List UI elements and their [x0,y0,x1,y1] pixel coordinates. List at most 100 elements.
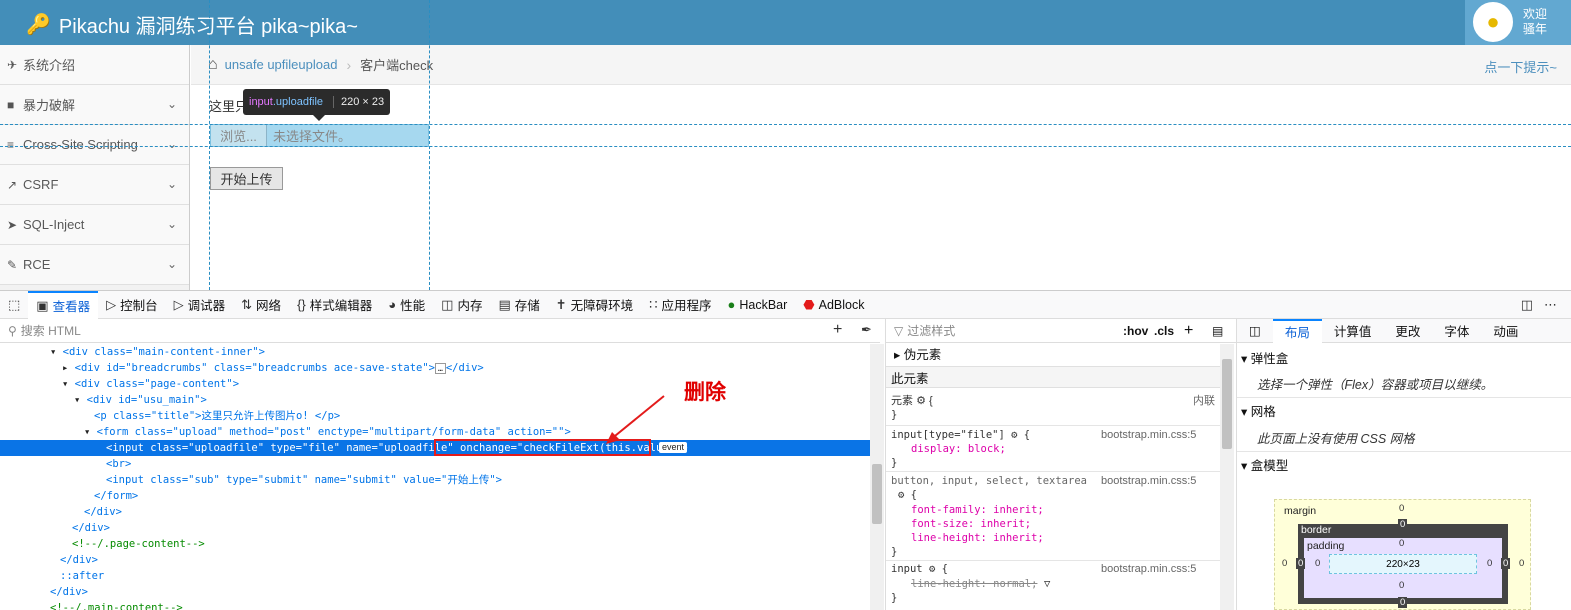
tab-fonts[interactable]: 字体 [1432,319,1481,343]
boxmodel-content[interactable]: 220×23 [1329,554,1477,574]
tree-node[interactable]: ▾ <div id="usu_main"> [0,392,870,408]
border-label: border [1301,524,1332,536]
padding-left-value[interactable]: 0 [1315,558,1320,569]
border-left-value[interactable]: 0 [1296,558,1306,569]
gear-icon: ⚙ [898,489,905,501]
breadcrumb-link[interactable]: unsafe upfileupload [225,57,338,72]
css-declaration[interactable]: display: block; [911,442,1006,456]
sidebar-item-sqli[interactable]: ➤ SQL-Inject ⌄ [0,205,189,245]
css-declaration[interactable]: font-size: inherit; [911,517,1031,531]
html-scrollbar[interactable] [870,344,884,610]
tab-console[interactable]: ▷ 控制台 [98,291,166,319]
rule-source[interactable]: bootstrap.min.css:5 [1101,474,1196,488]
tree-node[interactable]: <br> [0,456,870,472]
tab-changes[interactable]: 更改 [1383,319,1432,343]
element-rule[interactable]: 元素 ⚙ { [891,394,933,408]
console-icon: ▷ [106,296,117,312]
rule-selector[interactable]: input[type="file"] ⚙ { [891,428,1030,442]
rule-source[interactable]: bootstrap.min.css:5 [1101,428,1196,442]
hov-toggle[interactable]: :hov [1123,324,1148,338]
more-options-icon[interactable]: ⋯ [1536,291,1565,319]
sidebar-toggle-icon[interactable]: ◫ [1237,319,1273,343]
hint-link[interactable]: 点一下提示~ [1484,57,1557,76]
this-element-label: 此元素 [891,372,929,386]
tree-node[interactable]: ::after [0,568,870,584]
margin-left-value[interactable]: 0 [1282,558,1287,569]
eyedropper-icon[interactable]: ✒ [861,322,872,338]
tab-application[interactable]: ∷ 应用程序 [641,291,719,319]
tree-node[interactable]: </div> [0,552,870,568]
border-top-value[interactable]: 0 [1398,519,1408,530]
tree-node[interactable]: <p class="title">这里只允许上传图片o! </p> [0,408,870,424]
tree-node[interactable]: <!--/.main-content--> [0,600,870,610]
sidebar-item-bruteforce[interactable]: ■ 暴力破解 ⌄ [0,85,189,125]
margin-top-value[interactable]: 0 [1399,503,1404,514]
cls-toggle[interactable]: .cls [1154,324,1174,338]
css-declaration[interactable]: line-height: inherit; [911,531,1044,545]
pseudo-elements-toggle[interactable]: ▸ 伪元素 [894,348,941,362]
tab-adblock[interactable]: ⬣ AdBlock [795,291,872,319]
ellipsis-badge[interactable]: … [434,363,446,374]
add-node-icon[interactable]: + [833,321,842,339]
tab-layout[interactable]: 布局 [1272,318,1322,343]
scrollbar-thumb[interactable] [1222,359,1232,449]
rules-scrollbar[interactable] [1220,344,1234,610]
tab-computed[interactable]: 计算值 [1322,319,1384,343]
border-bottom-value[interactable]: 0 [1398,597,1408,608]
tab-style-editor[interactable]: {} 样式编辑器 [289,291,380,319]
tab-memory[interactable]: ◫ 内存 [433,291,490,319]
element-picker-icon[interactable]: ⬚ [0,291,28,319]
tab-animations[interactable]: 动画 [1481,319,1530,343]
tree-node[interactable]: <input class="sub" type="submit" name="s… [0,472,870,488]
sidebar-item-rce[interactable]: ✎ RCE ⌄ [0,245,189,285]
print-media-icon[interactable]: ▤ [1212,324,1223,338]
filter-styles-bar[interactable]: ▽ 过滤样式 :hov .cls + ▤ [886,319,1236,343]
flexbox-section-toggle[interactable]: ▾ 弹性盒 [1241,348,1288,367]
margin-right-value[interactable]: 0 [1519,558,1524,569]
rule-source[interactable]: 内联 [1193,394,1215,408]
chevron-down-icon: ⌄ [166,217,177,231]
padding-right-value[interactable]: 0 [1487,558,1492,569]
tab-inspector[interactable]: ▣ 查看器 [28,290,99,319]
sidebar-item-intro[interactable]: ✈ 系统介绍 [0,45,189,85]
padding-top-value[interactable]: 0 [1399,538,1404,549]
border-right-value[interactable]: 0 [1501,558,1511,569]
top-navbar: 🔑 Pikachu 漏洞练习平台 pika~pika~ ● 欢迎 骚年 [0,0,1571,45]
css-declaration[interactable]: font-family: inherit; [911,503,1044,517]
browse-button[interactable]: 浏览... [211,125,267,146]
tree-node[interactable]: </div> [0,584,870,600]
user-menu[interactable]: ● 欢迎 骚年 [1465,0,1571,45]
upload-submit-button[interactable]: 开始上传 [210,167,283,190]
tree-node[interactable]: <!--/.page-content--> [0,536,870,552]
scrollbar-thumb[interactable] [872,464,882,524]
tab-accessibility[interactable]: ✝ 无障碍环境 [548,291,641,319]
grid-section-toggle[interactable]: ▾ 网格 [1241,401,1276,420]
tree-node[interactable]: ▾ <div class="main-content-inner"> [0,344,870,360]
tab-hackbar[interactable]: ● HackBar [719,291,795,319]
file-upload-input[interactable]: 浏览... 未选择文件。 [210,124,429,147]
filter-icon[interactable]: ▽ [1044,577,1050,591]
tree-node[interactable]: </form> [0,488,870,504]
tab-network[interactable]: ⇅ 网络 [233,291,289,319]
brand-title[interactable]: 🔑 Pikachu 漏洞练习平台 pika~pika~ [26,10,358,39]
tab-debugger[interactable]: ▷ 调试器 [166,291,234,319]
tag-icon: ✈ [7,57,18,72]
rule-selector[interactable]: input ⚙ { [891,562,948,576]
tree-node[interactable]: ▸ <div id="breadcrumbs" class="breadcrum… [0,360,870,376]
tab-performance[interactable]: ◕ 性能 [380,291,433,319]
tree-node[interactable]: </div> [0,520,870,536]
tree-node[interactable]: ▾ <form class="upload" method="post" enc… [0,424,870,440]
tab-storage[interactable]: ▤ 存储 [490,291,547,319]
boxmodel-section-toggle[interactable]: ▾ 盒模型 [1241,455,1288,474]
tree-node[interactable]: </div> [0,504,870,520]
sidebar-item-csrf[interactable]: ↗ CSRF ⌄ [0,165,189,205]
css-declaration-overridden[interactable]: line-height: normal; [911,577,1037,591]
html-search-bar[interactable]: ⚲ 搜索 HTML + ✒ [0,319,880,343]
padding-bottom-value[interactable]: 0 [1399,580,1404,591]
rule-source[interactable]: bootstrap.min.css:5 [1101,562,1196,576]
tree-node[interactable]: ▾ <div class="page-content"> [0,376,870,392]
sidebar-item-xss[interactable]: ≡ Cross-Site Scripting ⌄ [0,125,189,165]
rule-selector[interactable]: button, input, select, textarea [891,474,1087,488]
welcome-text: 欢迎 骚年 [1523,7,1548,36]
add-rule-icon[interactable]: + [1184,322,1193,340]
